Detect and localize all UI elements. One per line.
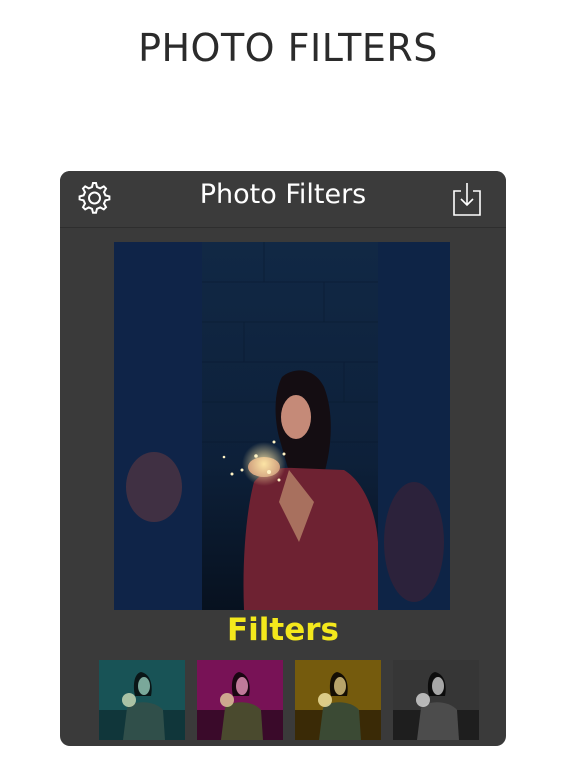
app-title: Photo Filters: [199, 179, 367, 210]
filter-thumbnails: [99, 660, 479, 740]
photo-preview[interactable]: [114, 242, 450, 610]
download-icon: [453, 183, 481, 216]
filter-thumb-mono[interactable]: [393, 660, 479, 740]
filters-label: Filters: [226, 612, 339, 648]
filter-thumb-amber[interactable]: [295, 660, 381, 740]
app-header: Photo Filters: [60, 171, 506, 228]
download-button[interactable]: [452, 181, 482, 217]
photo-image: [114, 242, 450, 610]
filter-thumb-teal[interactable]: [99, 660, 185, 740]
page-title: PHOTO FILTERS: [138, 26, 438, 70]
app-frame: Photo Filters Filters: [60, 171, 506, 746]
filter-thumb-magenta[interactable]: [197, 660, 283, 740]
